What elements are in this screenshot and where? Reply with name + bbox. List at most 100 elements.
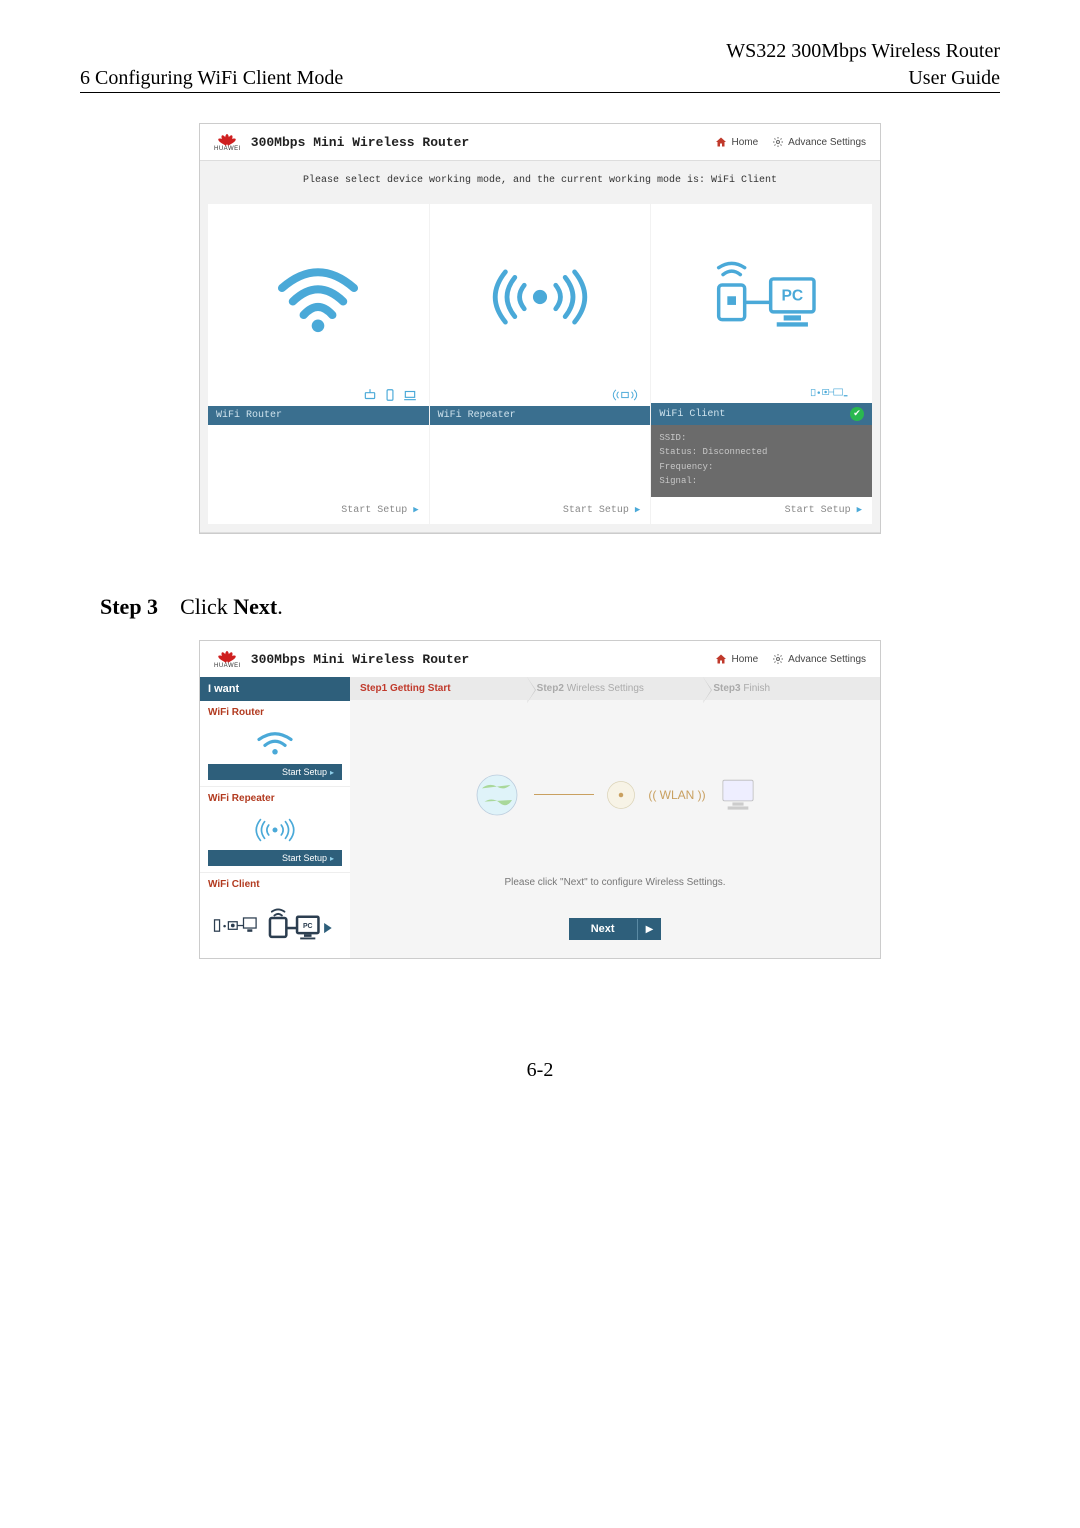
doc-guide: User Guide: [908, 67, 1000, 90]
client-start-setup[interactable]: Start Setup ▶: [651, 497, 872, 524]
router-mini-icons: [208, 384, 429, 406]
wifi-client-icon: PC: [208, 894, 342, 952]
sidebar-router-title: WiFi Router: [208, 707, 342, 718]
step-label: Getting Start: [390, 683, 451, 694]
step-label: Finish: [743, 683, 770, 694]
globe-icon: [472, 770, 522, 820]
info-frequency: Frequency:: [659, 460, 864, 474]
doc-product-title: WS322 300Mbps Wireless Router: [80, 40, 1000, 63]
doc-header-row: 6 Configuring WiFi Client Mode User Guid…: [80, 67, 1000, 93]
next-label: Next: [569, 918, 637, 940]
wizard-sidebar: I want WiFi Router Start Setup▸ WiFi Rep…: [200, 677, 350, 958]
next-button[interactable]: Next ▶: [569, 918, 662, 940]
info-signal: Signal:: [659, 474, 864, 488]
page-number: 6-2: [80, 1059, 1000, 1082]
mode-card-repeater[interactable]: WiFi Repeater Start Setup ▶: [430, 204, 651, 524]
chevron-right-icon: ▶: [637, 919, 662, 940]
step3-period: .: [277, 594, 283, 619]
repeater-start-setup[interactable]: Start Setup ▶: [430, 497, 651, 524]
mode-instruction: Please select device working mode, and t…: [200, 161, 880, 196]
advance-settings-button[interactable]: Advance Settings: [772, 653, 866, 665]
wifi-repeater-icon: [208, 808, 342, 850]
app-title: 300Mbps Mini Wireless Router: [251, 135, 469, 150]
start-label: Start Setup: [282, 767, 327, 777]
client-info-panel: SSID: Status: Disconnected Frequency: Si…: [651, 425, 872, 497]
router-label: WiFi Router: [216, 410, 282, 421]
home-label: Home: [731, 137, 758, 148]
client-label: WiFi Client: [659, 409, 725, 420]
client-chain-icon: [810, 385, 860, 399]
repeater-label-bar: WiFi Repeater: [430, 406, 651, 425]
screenshot-mode-select: HUAWEI 300Mbps Mini Wireless Router Home…: [199, 123, 881, 534]
huawei-logo: HUAWEI: [214, 649, 241, 669]
check-icon: ✔: [850, 407, 864, 421]
repeater-mini-icons: [430, 384, 651, 406]
mode-card-client[interactable]: PC: [651, 204, 872, 524]
step-label: Wireless Settings: [567, 683, 644, 694]
wizard-main: Step1 Getting Start Step2 Wireless Setti…: [350, 677, 880, 958]
sidebar-item-router[interactable]: WiFi Router Start Setup▸: [200, 701, 350, 787]
router-label-bar: WiFi Router: [208, 406, 429, 425]
sidebar-header: I want: [200, 677, 350, 701]
laptop-icon: [403, 388, 417, 402]
step-num: Step3: [713, 683, 740, 694]
wizard-step1[interactable]: Step1 Getting Start: [350, 677, 527, 700]
router-icon: [606, 780, 636, 810]
logo-text: HUAWEI: [214, 663, 241, 669]
screenshot-wizard-step1: HUAWEI 300Mbps Mini Wireless Router Home…: [199, 640, 881, 959]
wlan-label: (( WLAN )): [648, 788, 705, 802]
home-button[interactable]: Home: [715, 653, 758, 665]
chevron-right-icon: ▶: [635, 505, 640, 515]
svg-text:PC: PC: [303, 923, 313, 930]
start-label: Start Setup: [341, 505, 407, 516]
home-icon: [715, 653, 727, 665]
chevron-right-icon: ▶: [413, 505, 418, 515]
info-ssid: SSID:: [659, 431, 864, 445]
sidebar-router-start[interactable]: Start Setup▸: [208, 764, 342, 780]
huawei-logo: HUAWEI: [214, 132, 241, 152]
step3-bold: Next: [233, 594, 277, 619]
start-label: Start Setup: [785, 505, 851, 516]
app-header: HUAWEI 300Mbps Mini Wireless Router Home…: [200, 124, 880, 160]
sidebar-item-client[interactable]: WiFi Client: [200, 873, 350, 958]
chevron-right-icon: ▸: [330, 854, 334, 863]
logo-text: HUAWEI: [214, 146, 241, 152]
chevron-right-icon: ▶: [857, 505, 862, 515]
wizard-step2[interactable]: Step2 Wireless Settings: [527, 677, 704, 700]
advance-settings-button[interactable]: Advance Settings: [772, 136, 866, 148]
home-button[interactable]: Home: [715, 136, 758, 148]
wifi-repeater-icon: [485, 262, 595, 336]
client-mini-icons: [651, 381, 872, 403]
step3-instruction: Step 3 Click Next.: [100, 594, 1000, 620]
connection-line: [534, 794, 594, 795]
phone-icon: [383, 388, 397, 402]
signal-icon: [612, 388, 638, 402]
wizard-steps: Step1 Getting Start Step2 Wireless Setti…: [350, 677, 880, 700]
app-title: 300Mbps Mini Wireless Router: [251, 652, 469, 667]
advance-label: Advance Settings: [788, 654, 866, 665]
sidebar-item-repeater[interactable]: WiFi Repeater Start Setup▸: [200, 787, 350, 873]
repeater-label: WiFi Repeater: [438, 410, 516, 421]
router-start-setup[interactable]: Start Setup ▶: [208, 497, 429, 524]
wizard-hint: Please click "Next" to configure Wireles…: [350, 869, 880, 918]
pc-icon: [718, 777, 758, 812]
app-header: HUAWEI 300Mbps Mini Wireless Router Home…: [200, 641, 880, 677]
client-label-bar: WiFi Client ✔: [651, 403, 872, 425]
info-status: Status: Disconnected: [659, 445, 864, 459]
step-num: Step1: [360, 683, 387, 694]
sidebar-client-title: WiFi Client: [208, 879, 342, 890]
step3-text: Click: [180, 594, 233, 619]
mode-card-router[interactable]: WiFi Router Start Setup ▶: [208, 204, 429, 524]
doc-section: 6 Configuring WiFi Client Mode: [80, 67, 343, 90]
sidebar-repeater-start[interactable]: Start Setup▸: [208, 850, 342, 866]
start-label: Start Setup: [282, 853, 327, 863]
step-num: Step2: [537, 683, 564, 694]
gear-icon: [772, 136, 784, 148]
step3-label: Step 3: [100, 594, 158, 619]
home-label: Home: [731, 654, 758, 665]
wizard-step3[interactable]: Step3 Finish: [703, 677, 880, 700]
chevron-right-icon: ▸: [330, 768, 334, 777]
home-icon: [715, 136, 727, 148]
wifi-router-icon: [208, 722, 342, 764]
topology-diagram: (( WLAN )): [350, 700, 880, 869]
